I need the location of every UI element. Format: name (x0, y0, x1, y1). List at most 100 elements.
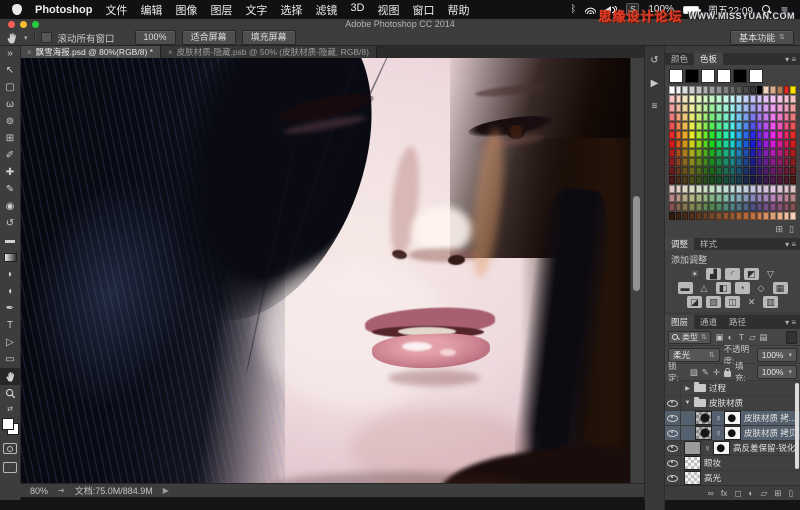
color-swatch[interactable] (729, 113, 736, 121)
color-swatch[interactable] (736, 212, 743, 220)
color-swatch[interactable] (756, 140, 763, 148)
color-swatch[interactable] (689, 203, 695, 211)
color-swatch[interactable] (682, 158, 689, 166)
color-swatch[interactable] (736, 176, 743, 184)
color-swatch[interactable] (743, 167, 749, 175)
color-swatch[interactable] (743, 149, 749, 157)
color-swatch[interactable] (770, 185, 776, 193)
color-swatch[interactable] (763, 113, 770, 121)
color-swatch[interactable] (702, 104, 709, 112)
color-swatch[interactable] (675, 194, 682, 202)
color-swatch[interactable] (722, 86, 729, 94)
color-swatch[interactable] (729, 104, 736, 112)
color-swatch[interactable] (675, 167, 682, 175)
color-swatch[interactable] (770, 212, 776, 220)
color-swatch[interactable] (790, 104, 796, 112)
color-swatch[interactable] (689, 113, 695, 121)
color-swatch[interactable] (736, 149, 743, 157)
menu-图像[interactable]: 图像 (175, 2, 197, 18)
color-swatch[interactable] (749, 122, 756, 130)
color-swatch[interactable] (695, 194, 702, 202)
brightness-contrast-icon[interactable]: ☀ (687, 268, 702, 280)
foreground-color-chip[interactable] (1, 418, 14, 430)
visibility-toggle[interactable] (665, 396, 681, 410)
share-icon[interactable]: ➔ (58, 486, 65, 495)
color-swatch[interactable] (790, 149, 796, 157)
layer-row[interactable]: 高光 (665, 471, 800, 485)
color-swatch[interactable] (695, 131, 702, 139)
color-swatch[interactable] (722, 149, 729, 157)
canvas-document[interactable] (20, 58, 632, 483)
color-swatch[interactable] (783, 212, 790, 220)
new-adjustment-layer-icon[interactable]: ◐ (749, 488, 754, 498)
marquee-tool[interactable]: ▢ (0, 79, 20, 96)
visibility-toggle[interactable] (665, 471, 681, 485)
new-group-icon[interactable]: ▱ (761, 488, 768, 499)
color-swatch[interactable] (675, 122, 682, 130)
color-swatch[interactable] (756, 203, 763, 211)
color-swatch[interactable] (763, 95, 770, 103)
collapse-tools[interactable]: » (0, 45, 20, 62)
color-swatch[interactable] (675, 149, 682, 157)
color-swatch[interactable] (669, 158, 675, 166)
color-swatch[interactable] (770, 140, 776, 148)
color-swatch[interactable] (702, 140, 709, 148)
color-swatch[interactable] (709, 185, 716, 193)
filter-shape-layers-icon[interactable]: ▱ (747, 332, 758, 343)
fill-dropdown[interactable]: 100% ▾ (756, 365, 797, 379)
crop-tool[interactable]: ⊞ (0, 130, 20, 147)
tab-swatches[interactable]: 色板 (694, 53, 724, 65)
color-swatch[interactable] (756, 194, 763, 202)
color-swatch[interactable] (682, 149, 689, 157)
scrollbar-thumb[interactable] (633, 196, 640, 291)
color-swatch[interactable] (736, 140, 743, 148)
recent-swatch[interactable] (669, 69, 683, 83)
color-swatch[interactable] (749, 149, 756, 157)
color-swatch[interactable] (669, 113, 675, 121)
opacity-dropdown[interactable]: 100% ▾ (756, 347, 797, 362)
color-swatch[interactable] (756, 104, 763, 112)
color-swatch[interactable] (756, 122, 763, 130)
color-swatch[interactable] (790, 140, 796, 148)
color-swatch[interactable] (763, 167, 770, 175)
delete-layer-icon[interactable]: ▯ (788, 488, 793, 499)
color-swatch[interactable] (722, 131, 729, 139)
color-swatch[interactable] (763, 131, 770, 139)
lock-pixels-icon[interactable]: ✎ (702, 367, 709, 378)
color-swatch[interactable] (743, 95, 749, 103)
color-swatch[interactable] (783, 149, 790, 157)
color-swatch[interactable] (776, 158, 783, 166)
color-swatch[interactable] (763, 140, 770, 148)
blur-tool[interactable]: ◗ (0, 266, 20, 283)
volume-icon[interactable] (605, 5, 618, 14)
color-swatch[interactable] (743, 140, 749, 148)
channel-mixer-icon[interactable]: ◇ (754, 282, 769, 294)
color-swatch[interactable] (669, 122, 675, 130)
color-swatch[interactable] (695, 185, 702, 193)
color-swatch[interactable] (783, 194, 790, 202)
color-swatch[interactable] (736, 104, 743, 112)
color-swatch[interactable] (682, 194, 689, 202)
shape-tool[interactable]: ▭ (0, 351, 20, 368)
color-swatch[interactable] (669, 131, 675, 139)
color-swatch[interactable] (716, 140, 722, 148)
color-swatch[interactable] (736, 131, 743, 139)
color-swatch[interactable] (689, 131, 695, 139)
color-swatch[interactable] (790, 158, 796, 166)
color-swatch[interactable] (722, 158, 729, 166)
hue-saturation-icon[interactable]: ▬ (677, 282, 693, 294)
layer-thumbnail[interactable] (695, 426, 712, 440)
panel-menu-icon[interactable]: ▾ ≡ (785, 238, 800, 250)
color-swatch[interactable] (675, 212, 682, 220)
color-swatch[interactable] (749, 104, 756, 112)
color-swatch[interactable] (702, 203, 709, 211)
add-layer-mask-icon[interactable]: ◻ (734, 488, 741, 499)
color-swatch[interactable] (776, 95, 783, 103)
color-swatch[interactable] (702, 95, 709, 103)
color-swatch[interactable] (675, 86, 682, 94)
color-swatch[interactable] (770, 167, 776, 175)
color-swatch[interactable] (682, 86, 689, 94)
color-swatch[interactable] (716, 212, 722, 220)
actions-panel-icon[interactable]: ▶ (651, 78, 659, 89)
color-swatch[interactable] (722, 104, 729, 112)
